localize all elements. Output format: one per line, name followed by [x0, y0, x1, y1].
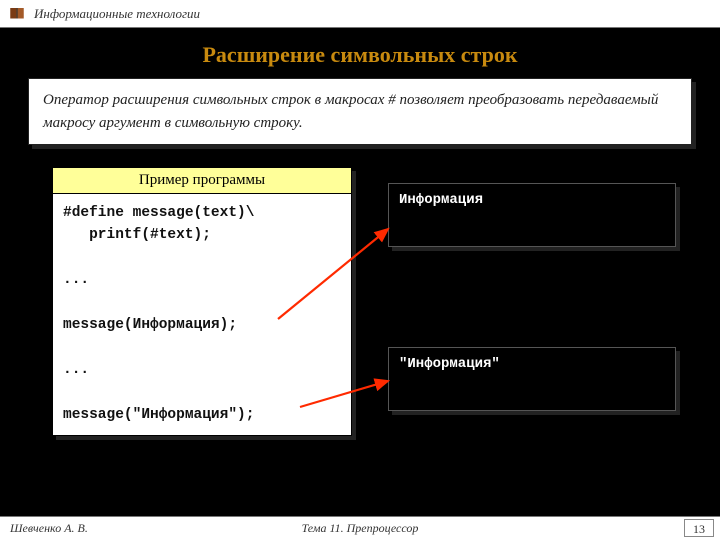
footer-topic: Тема 11. Препроцессор: [0, 521, 720, 536]
output-text-2: "Информация": [399, 356, 500, 372]
header-label: Информационные технологии: [34, 6, 200, 22]
top-bar: Информационные технологии: [0, 0, 720, 28]
book-icon: [8, 5, 26, 23]
code-example-block: Пример программы #define message(text)\ …: [52, 167, 352, 436]
page-number: 13: [684, 519, 714, 537]
output-box-1: Информация: [388, 183, 676, 247]
description-box: Оператор расширения символьных строк в м…: [28, 78, 692, 145]
output-text-1: Информация: [399, 192, 483, 208]
code-example-title: Пример программы: [53, 168, 351, 194]
footer-bar: Шевченко А. В. Тема 11. Препроцессор 13: [0, 516, 720, 540]
footer-author: Шевченко А. В.: [10, 521, 88, 536]
code-example-body: #define message(text)\ printf(#text); ..…: [53, 194, 351, 435]
slide-title: Расширение символьных строк: [0, 42, 720, 68]
description-text: Оператор расширения символьных строк в м…: [43, 92, 658, 131]
content-area: Пример программы #define message(text)\ …: [0, 167, 720, 487]
output-box-2: "Информация": [388, 347, 676, 411]
